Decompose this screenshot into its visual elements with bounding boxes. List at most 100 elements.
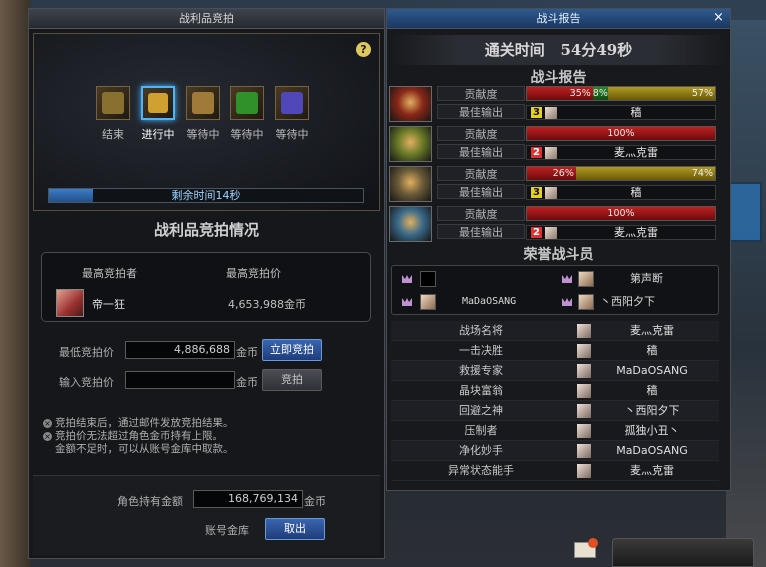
best-output-label: 最佳输出 [437, 224, 525, 239]
player-contribution-card: 贡献度 最佳输出 26% 74% 3 穑 [389, 166, 717, 204]
bid-input-unit: 金币 [236, 376, 258, 389]
player-avatar [577, 444, 591, 458]
step-label: 进行中 [141, 128, 175, 141]
bid-button[interactable]: 竞拍 [262, 369, 322, 391]
award-title: 晶块富翁 [459, 384, 503, 397]
award-title: 异常状态能手 [448, 464, 514, 477]
contribution-bar: 100% [526, 126, 716, 141]
auction-step-2[interactable]: 进行中 [135, 86, 181, 142]
contribution-segment: 100% [527, 207, 715, 220]
exp-item-icon [230, 86, 264, 120]
best-output-label: 最佳输出 [437, 184, 525, 199]
player-portrait [389, 126, 432, 162]
best-output-row: 3穑 [526, 185, 716, 200]
honor-name: 第声断 [630, 272, 663, 285]
contribution-bar: 35% 8% 57% [526, 86, 716, 101]
award-player-name: 麦灬克雷 [630, 464, 674, 477]
step-label: 等待中 [230, 128, 264, 141]
player-avatar [577, 384, 591, 398]
min-bid-unit: 金币 [236, 346, 258, 359]
report-title[interactable]: 战斗报告 [387, 9, 730, 29]
highest-bid-box: 最高竞拍者 最高竞拍价 帝一狂 4,653,988金币 [41, 252, 371, 322]
crown-icon [402, 275, 412, 283]
notification-badge [588, 538, 598, 548]
background-right-scenery [726, 20, 766, 567]
bidder-avatar [56, 289, 84, 317]
award-row: 净化妙手 MaDaOSANG [391, 441, 719, 461]
auction-status-title: 战利品竞拍情况 [153, 221, 259, 239]
withdraw-button[interactable]: 取出 [265, 518, 325, 540]
auction-step-1[interactable]: 结束 [90, 86, 136, 142]
player-avatar [577, 364, 591, 378]
contribution-label: 贡献度 [437, 126, 525, 141]
best-output-name: 麦灬克雷 [614, 146, 658, 159]
bullet-icon: × [43, 432, 52, 441]
instant-bid-button[interactable]: 立即竞拍 [262, 339, 322, 361]
award-row: 救援专家 MaDaOSANG [391, 361, 719, 381]
crown-icon [402, 298, 412, 306]
award-title: 回避之神 [459, 404, 503, 417]
corner-hud-widget [612, 538, 754, 567]
background-left-edge [0, 0, 30, 567]
auction-step-4[interactable]: 等待中 [224, 86, 270, 142]
honor-fighter-title: 荣誉战斗员 [523, 247, 594, 263]
auction-stage-area: ? 结束 进行中 等待中 等待中 等待中 剩余时间14秒 [33, 33, 380, 211]
auction-title[interactable]: 战利品竞拍 [29, 9, 384, 29]
player-avatar [545, 107, 557, 119]
best-output-label: 最佳输出 [437, 144, 525, 159]
honor-entry [400, 268, 550, 290]
honor-fighter-box: 第声断 MaDaOSANG 丶西阳夕下 [391, 265, 719, 315]
auction-step-3[interactable]: 等待中 [180, 86, 226, 142]
contribution-segment: 8% [592, 87, 608, 100]
award-title: 战场名将 [459, 324, 503, 337]
award-row: 晶块富翁 穑 [391, 381, 719, 401]
player-avatar [577, 404, 591, 418]
rank-badge: 2 [531, 147, 542, 158]
character-gold-label: 角色持有金额 [117, 495, 183, 508]
best-output-row: 2 麦灬克雷 [526, 225, 716, 240]
player-avatar [577, 324, 591, 338]
player-avatar [420, 271, 436, 287]
best-output-row: 2 麦灬克雷 [526, 145, 716, 160]
player-portrait [389, 86, 432, 122]
best-output-name: 穑 [630, 106, 642, 119]
help-icon[interactable]: ? [356, 42, 371, 57]
contribution-segment: 74% [575, 167, 715, 180]
player-contribution-card: 贡献度最佳输出 100% 2 麦灬克雷 [389, 126, 717, 164]
player-avatar [420, 294, 436, 310]
clear-time-value: 54分49秒 [560, 41, 633, 59]
account-vault-label: 账号金库 [205, 524, 249, 537]
contribution-label: 贡献度 [437, 206, 525, 221]
bullet-icon: × [43, 419, 52, 428]
award-row: 异常状态能手 麦灬克雷 [391, 461, 719, 481]
clear-time-banner: 通关时间 54分49秒 [391, 35, 726, 65]
award-title: 压制者 [464, 424, 498, 437]
contribution-segment: 100% [527, 127, 715, 140]
player-avatar [577, 464, 591, 478]
award-title: 一击决胜 [459, 344, 503, 357]
auction-step-5[interactable]: 等待中 [269, 86, 315, 142]
honor-name: MaDaOSANG [462, 296, 517, 307]
contribution-bar: 26% 74% [526, 166, 716, 181]
crown-icon [562, 275, 572, 283]
best-output-name: 穑 [630, 186, 642, 199]
character-gold-unit: 金币 [304, 495, 326, 508]
player-contribution-card: 贡献度最佳输出 100% 2 麦灬克雷 [389, 206, 717, 244]
award-title: 救援专家 [459, 364, 503, 377]
crown-icon [562, 298, 572, 306]
gold-footer: 角色持有金额 168,769,134 金币 账号金库 取出 [33, 475, 380, 555]
auction-notes: × 竞拍结束后，通过邮件发放竞拍结果。 × 竞拍价无法超过角色金币持有上限。 金额不… [43, 417, 373, 456]
honor-entry: 丶西阳夕下 [560, 291, 710, 313]
player-avatar [545, 147, 557, 159]
contribution-segment: 35% [527, 87, 593, 100]
award-player-name: 穑 [646, 344, 658, 357]
player-avatar [578, 294, 594, 310]
bid-input-field[interactable] [125, 371, 235, 389]
loot-item-icon [96, 86, 130, 120]
highest-bid-price: 4,653,988金币 [228, 298, 306, 311]
close-icon[interactable]: × [711, 10, 726, 26]
character-gold-value: 168,769,134 [193, 490, 303, 508]
background-monitor [728, 182, 762, 242]
step-label: 结束 [102, 128, 124, 141]
contribution-label: 贡献度 [437, 86, 525, 101]
